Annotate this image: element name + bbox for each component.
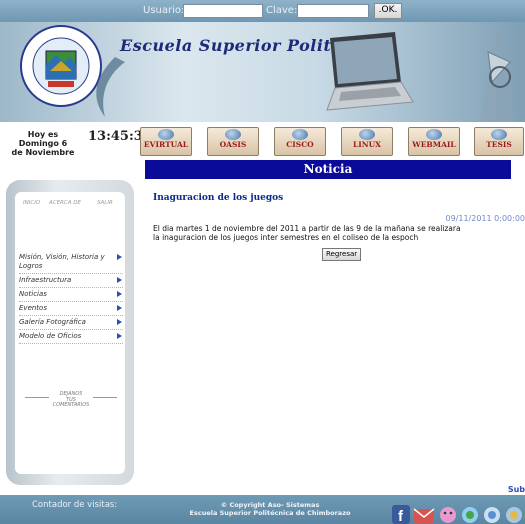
nav-label: EVIRTUAL bbox=[143, 140, 189, 149]
sub-link[interactable]: Sub bbox=[508, 485, 525, 494]
arrow-right-icon bbox=[117, 291, 122, 297]
sidebar-panel: INICIO ACERCA DE SALIR Misión, Visión, H… bbox=[15, 192, 125, 474]
link-acerca-de[interactable]: ACERCA DE bbox=[49, 200, 81, 206]
cisco-icon bbox=[292, 129, 308, 140]
sidebar-menu: Misión, Visión, Historia y Logros Infrae… bbox=[19, 251, 123, 344]
arrow-right-icon bbox=[117, 277, 122, 283]
ok-button[interactable]: .OK. bbox=[374, 3, 402, 19]
nav-oasis-button[interactable]: OASIS bbox=[207, 127, 259, 156]
sidebar-item-label: Misión, Visión, Historia y Logros bbox=[19, 253, 105, 270]
nav-label: TESIS bbox=[486, 140, 512, 149]
messenger-icon[interactable] bbox=[462, 507, 478, 523]
nav-label: CISCO bbox=[286, 140, 314, 149]
nav-label: OASIS bbox=[219, 140, 247, 149]
linux-icon bbox=[359, 129, 375, 140]
sidebar-item-mision[interactable]: Misión, Visión, Historia y Logros bbox=[19, 251, 123, 274]
news-date: 09/11/2011 0:00:00 bbox=[445, 214, 525, 223]
mail-icon[interactable] bbox=[413, 508, 435, 523]
nav-label: LINUX bbox=[353, 140, 381, 149]
user-input[interactable] bbox=[183, 4, 263, 18]
section-title: Noticia bbox=[145, 160, 511, 179]
sidebar-item-infraestructura[interactable]: Infraestructura bbox=[19, 274, 123, 288]
date-line-1: Hoy es Domingo 6 bbox=[18, 130, 68, 148]
news-body-line-2: la inaguracion de los juegos inter semes… bbox=[153, 233, 419, 242]
link-inicio[interactable]: INICIO bbox=[23, 200, 40, 206]
nav-webmail-button[interactable]: WEBMAIL bbox=[408, 127, 460, 156]
date-line-2: de Noviembre bbox=[11, 148, 75, 157]
social-icons: f bbox=[392, 505, 522, 524]
news-body-line-1: El dia martes 1 de noviembre del 2011 a … bbox=[153, 224, 461, 233]
arrow-right-icon bbox=[117, 254, 122, 260]
divider bbox=[93, 397, 117, 398]
comments-link[interactable]: DEJANOS TUS COMENTARIOS bbox=[25, 391, 117, 409]
back-button[interactable]: Regresar bbox=[322, 248, 362, 261]
chat-icon[interactable] bbox=[484, 507, 500, 523]
sidebar-top-nav: INICIO ACERCA DE SALIR bbox=[15, 200, 125, 212]
sidebar-item-noticias[interactable]: Noticias bbox=[19, 288, 123, 302]
sidebar-item-label: Infraestructura bbox=[19, 276, 72, 284]
link-salir[interactable]: SALIR bbox=[97, 200, 113, 206]
sidebar: INICIO ACERCA DE SALIR Misión, Visión, H… bbox=[6, 180, 134, 485]
news-title: Inaguracion de los juegos bbox=[153, 193, 284, 203]
nav-linux-button[interactable]: LINUX bbox=[341, 127, 393, 156]
user-label: Usuario: bbox=[143, 5, 185, 16]
arrow-right-icon bbox=[117, 305, 122, 311]
nav-evirtual-button[interactable]: EVIRTUAL bbox=[140, 127, 192, 156]
arrow-right-icon bbox=[117, 333, 122, 339]
comments-text-3: COMENTARIOS bbox=[52, 402, 90, 408]
evirtual-icon bbox=[158, 129, 174, 140]
password-label: Clave: bbox=[266, 5, 298, 16]
sidebar-item-oficios[interactable]: Modelo de Oficios bbox=[19, 330, 123, 344]
visit-counter-label: Contador de visitas: bbox=[32, 500, 118, 510]
copyright-line-2: Escuela Superior Politécnica de Chimbora… bbox=[189, 508, 351, 517]
date-display: Hoy es Domingo 6 de Noviembre bbox=[8, 130, 78, 157]
nav-tesis-button[interactable]: TESIS bbox=[474, 127, 524, 156]
divider bbox=[25, 397, 49, 398]
nav-label: WEBMAIL bbox=[412, 140, 456, 149]
sidebar-item-eventos[interactable]: Eventos bbox=[19, 302, 123, 316]
login-bar: Usuario: Clave: .OK. bbox=[0, 0, 525, 22]
webmail-icon bbox=[426, 129, 442, 140]
arrow-right-icon bbox=[117, 319, 122, 325]
footer: Contador de visitas: © Copyright Aso- Si… bbox=[0, 495, 525, 524]
sidebar-item-label: Noticias bbox=[19, 290, 47, 298]
copyright: © Copyright Aso- Sistemas Escuela Superi… bbox=[175, 501, 365, 517]
password-input[interactable] bbox=[297, 4, 369, 18]
laptop-image bbox=[326, 32, 414, 111]
sidebar-item-label: Modelo de Oficios bbox=[19, 332, 82, 340]
header-banner: Escuela Superior Politécnica bbox=[0, 22, 525, 122]
globe-icon[interactable] bbox=[506, 507, 522, 523]
sidebar-item-label: Eventos bbox=[19, 304, 47, 312]
date-nav-row: Hoy es Domingo 6 de Noviembre 13:45:35 E… bbox=[0, 122, 525, 157]
sidebar-item-label: Galería Fotográfica bbox=[19, 318, 86, 326]
tesis-icon bbox=[491, 129, 507, 140]
sidebar-item-galeria[interactable]: Galería Fotográfica bbox=[19, 316, 123, 330]
nav-cisco-button[interactable]: CISCO bbox=[274, 127, 326, 156]
statue-image bbox=[480, 30, 515, 122]
smiley-icon[interactable] bbox=[440, 507, 456, 523]
news-body: El dia martes 1 de noviembre del 2011 a … bbox=[153, 224, 525, 242]
swoosh-graphic bbox=[96, 57, 125, 117]
oasis-icon bbox=[225, 129, 241, 140]
facebook-icon[interactable]: f bbox=[392, 505, 410, 524]
